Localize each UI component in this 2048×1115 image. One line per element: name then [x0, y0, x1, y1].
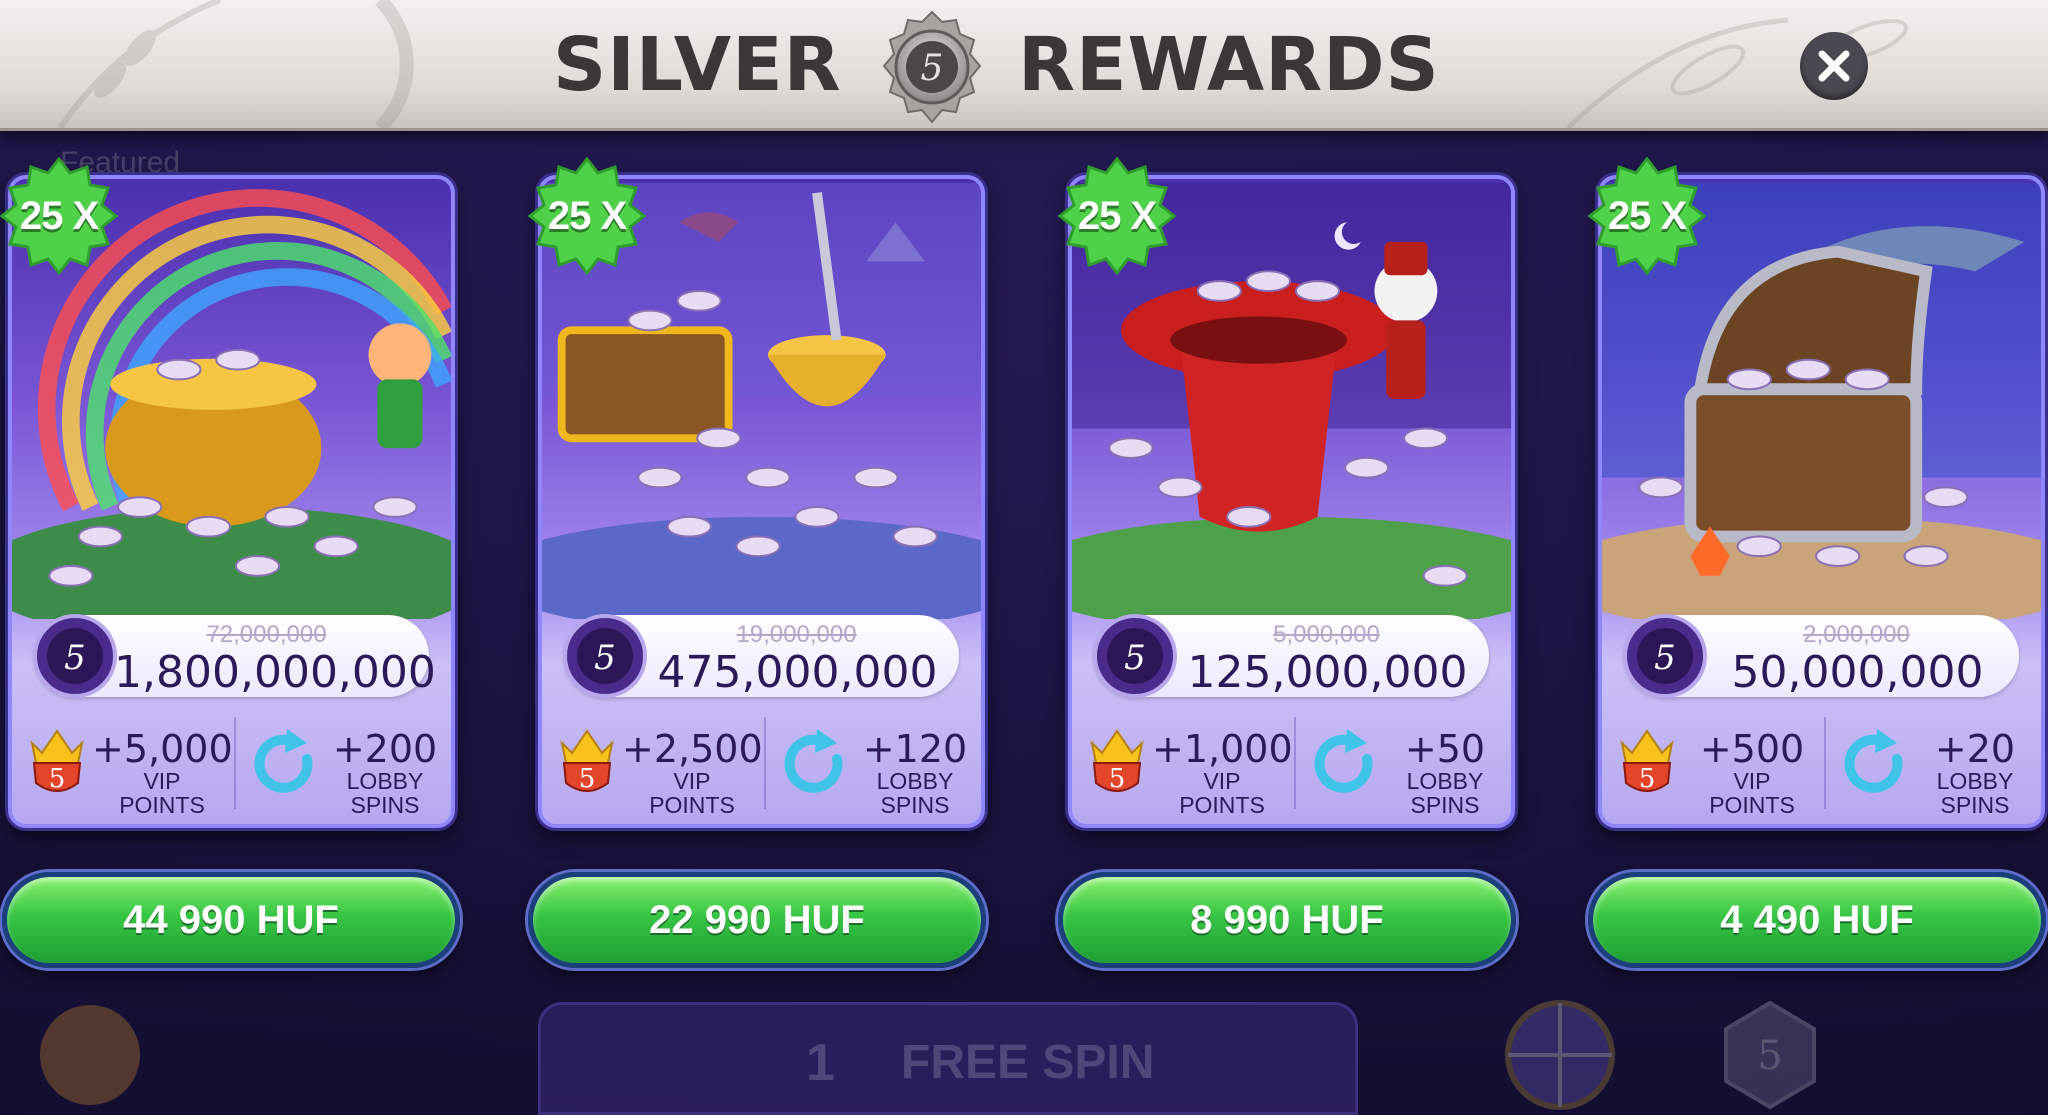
coin-amount: 1,800,000,000 [114, 647, 436, 698]
vip-points-value: +2,500 [622, 727, 763, 771]
svg-text:5: 5 [1757, 1033, 1782, 1079]
lobby-spin-icon [254, 729, 313, 793]
coin-amount-pill: 5 72,000,000 1,800,000,000 [33, 614, 436, 698]
perk-divider [234, 717, 236, 809]
lobby-spins-value: +120 [862, 727, 968, 771]
buy-button-1[interactable]: 44 990 HUF [2, 872, 460, 968]
svg-text:5: 5 [1654, 638, 1676, 678]
lobby-spins-value: +20 [1934, 727, 2016, 771]
close-button[interactable] [1800, 32, 1868, 100]
perks-row: 5 +1,000 VIP POINTS +50 LOBBY SPINS [1072, 709, 1511, 819]
original-coin-amount: 72,000,000 [206, 621, 327, 648]
leaf-decoration-icon [1566, 17, 1908, 128]
multiplier-text: 25 X [1077, 194, 1157, 238]
prize-wheel-icon [1505, 1000, 1615, 1110]
coin-amount-pill: 5 5,000,000 125,000,000 [1093, 614, 1489, 698]
tier-medal-icon: 5 [882, 10, 982, 124]
perk-divider [1824, 717, 1826, 809]
vip-crown-icon: 5 [1620, 729, 1674, 794]
vip-badge-icon: 5 [1724, 1000, 1816, 1110]
coin-amount: 475,000,000 [657, 647, 938, 698]
svg-text:5: 5 [49, 764, 66, 794]
lobby-spins-label: LOBBY SPINS [1406, 768, 1484, 818]
coin-amount: 125,000,000 [1187, 647, 1468, 698]
free-spin-label: FREE SPIN [901, 1036, 1155, 1089]
free-spin-bar: 1 FREE SPIN [538, 1002, 1358, 1115]
buy-button-4[interactable]: 4 490 HUF [1588, 872, 2046, 968]
vip-crown-icon: 5 [560, 729, 614, 794]
coin-amount-pill: 5 2,000,000 50,000,000 [1623, 614, 2019, 698]
title-rewards: REWARDS [1018, 22, 1440, 108]
vip-points-label: VIP POINTS [649, 768, 735, 818]
buy-button-2[interactable]: 22 990 HUF [528, 872, 986, 968]
vip-points-label: VIP POINTS [1709, 768, 1795, 818]
lobby-spins-label: LOBBY SPINS [346, 768, 424, 818]
coin-icon: 5 [563, 614, 647, 698]
multiplier-badge: 25 X [527, 156, 647, 276]
vip-points-label: VIP POINTS [119, 768, 205, 818]
perks-row: 5 +5,000 VIP POINTS +200 LOBBY SPINS [12, 709, 451, 819]
multiplier-badge: 25 X [1057, 156, 1177, 276]
svg-text:5: 5 [1639, 764, 1656, 794]
svg-text:5: 5 [1124, 638, 1146, 678]
free-spin-count: 1 [806, 1034, 835, 1092]
multiplier-text: 25 X [547, 194, 627, 238]
lobby-spins-label: LOBBY SPINS [876, 768, 954, 818]
vip-points-value: +5,000 [92, 727, 233, 771]
coin-amount-pill: 5 19,000,000 475,000,000 [563, 614, 959, 698]
buy-button-3[interactable]: 8 990 HUF [1058, 872, 1516, 968]
original-coin-amount: 5,000,000 [1273, 621, 1380, 648]
price-label: 8 990 HUF [1190, 898, 1384, 942]
multiplier-badge: 25 X [1587, 156, 1707, 276]
multiplier-text: 25 X [19, 194, 99, 238]
vip-crown-icon: 5 [1090, 729, 1144, 794]
lobby-spins-value: +50 [1404, 727, 1486, 771]
original-coin-amount: 19,000,000 [736, 621, 857, 648]
vip-points-value: +500 [1699, 727, 1805, 771]
title-silver: SILVER [553, 22, 842, 108]
price-label: 22 990 HUF [649, 898, 865, 942]
rewards-header: SILVER 5 REWARDS [0, 0, 2048, 131]
price-label: 44 990 HUF [123, 898, 339, 942]
perk-divider [764, 717, 766, 809]
vip-crown-icon: 5 [30, 729, 84, 794]
coin-icon: 5 [33, 614, 117, 698]
perks-row: 5 +2,500 VIP POINTS +120 LOBBY SPINS [542, 709, 981, 819]
close-icon [1818, 50, 1850, 82]
coin-icon: 5 [1093, 614, 1177, 698]
svg-text:5: 5 [64, 638, 86, 678]
lobby-spins-label: LOBBY SPINS [1936, 768, 2014, 818]
multiplier-badge: 25 X [0, 156, 119, 276]
vip-points-label: VIP POINTS [1179, 768, 1265, 818]
multiplier-text: 25 X [1607, 194, 1687, 238]
svg-text:5: 5 [1109, 764, 1126, 794]
vip-points-value: +1,000 [1152, 727, 1293, 771]
laurel-decoration-icon [57, 0, 414, 128]
svg-text:5: 5 [594, 638, 616, 678]
price-label: 4 490 HUF [1720, 898, 1914, 942]
lobby-spins-value: +200 [332, 727, 438, 771]
coin-icon: 5 [1623, 614, 1707, 698]
perk-divider [1294, 717, 1296, 809]
coin-amount: 50,000,000 [1731, 647, 1984, 698]
lobby-spin-icon [784, 729, 843, 793]
perks-row: 5 +500 VIP POINTS +20 LOBBY SPINS [1602, 709, 2041, 819]
svg-text:5: 5 [579, 764, 596, 794]
svg-text:5: 5 [921, 48, 944, 89]
lobby-spin-icon [1314, 729, 1373, 793]
lobby-game-icon [40, 1005, 140, 1105]
original-coin-amount: 2,000,000 [1803, 621, 1910, 648]
lobby-spin-icon [1844, 729, 1903, 793]
